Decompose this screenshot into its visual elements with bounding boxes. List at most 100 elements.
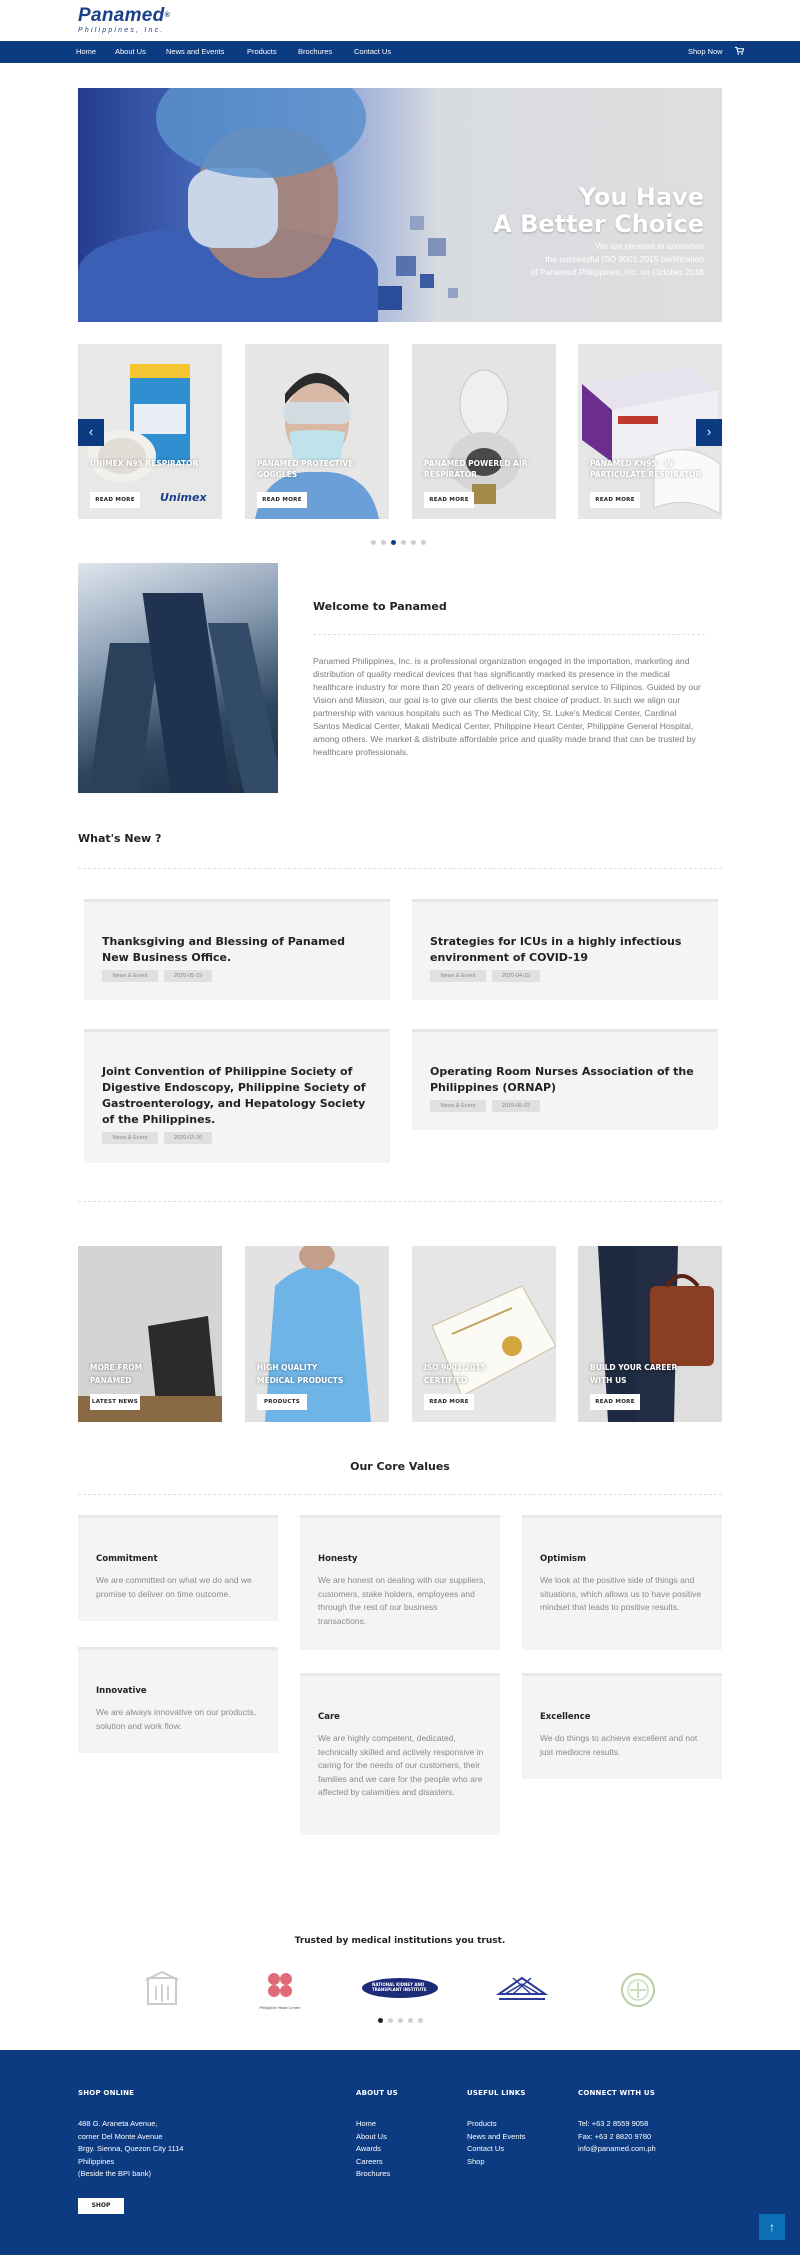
nav-contact-us[interactable]: Contact Us — [354, 41, 391, 63]
news-tag: News & Event — [430, 970, 486, 982]
carousel-dot[interactable] — [381, 540, 386, 545]
news-card[interactable]: Strategies for ICUs in a highly infectio… — [412, 899, 718, 1000]
footer-link-news-and-events[interactable]: News and Events — [467, 2131, 525, 2144]
back-to-top-button[interactable]: ↑ — [759, 2214, 785, 2240]
carousel-dot[interactable] — [401, 540, 406, 545]
divider — [313, 634, 705, 635]
footer-link-products[interactable]: Products — [467, 2118, 525, 2131]
partner-logo-hospital[interactable] — [140, 1970, 184, 2010]
value-text: We look at the positive side of things a… — [540, 1575, 702, 1612]
logo[interactable]: Panamed® Philippines, Inc. — [78, 6, 170, 35]
divider — [78, 1494, 722, 1495]
registered-mark: ® — [164, 12, 171, 19]
promo-tile[interactable]: MORE FROM PANAMED LATEST NEWS — [78, 1246, 222, 1422]
footer-email[interactable]: info@panamed.com.ph — [578, 2143, 656, 2156]
read-more-button[interactable]: READ MORE — [90, 492, 140, 508]
partner-name: Philippine Heart Center — [259, 2005, 301, 2010]
carousel-dot[interactable] — [411, 540, 416, 545]
latest-news-button[interactable]: LATEST NEWS — [90, 1394, 140, 1410]
whats-new-heading: What's New ? — [78, 832, 162, 845]
partner-logo-network[interactable] — [495, 1970, 549, 2010]
hero-title-line: You Have — [578, 183, 704, 211]
read-more-button[interactable]: READ MORE — [590, 1394, 640, 1410]
partner-logo-nkti[interactable]: NATIONAL KIDNEY AND TRANSPLANT INSTITUTE — [360, 1970, 440, 2010]
products-button[interactable]: PRODUCTS — [257, 1394, 307, 1410]
nav-brochures[interactable]: Brochures — [298, 41, 332, 63]
read-more-button[interactable]: READ MORE — [424, 1394, 474, 1410]
hero-title-line: A Better Choice — [493, 210, 704, 238]
read-more-button[interactable]: READ MORE — [257, 492, 307, 508]
carousel-dot-active[interactable] — [391, 540, 396, 545]
divider — [78, 1201, 722, 1202]
partner-logo-heart-center[interactable]: Philippine Heart Center — [250, 1970, 310, 2010]
chevron-left-icon: ‹ — [88, 424, 94, 439]
address-line: (Beside the BPI bank) — [78, 2169, 151, 2178]
nav-news-and-events[interactable]: News and Events — [166, 41, 224, 63]
promo-label: BUILD YOUR CAREER WITH US — [590, 1361, 715, 1387]
news-title[interactable]: Thanksgiving and Blessing of Panamed New… — [102, 934, 374, 966]
footer-link-home[interactable]: Home — [356, 2118, 390, 2131]
partner-dot-active[interactable] — [378, 2018, 383, 2023]
core-value-card: Innovative We are always innovative on o… — [78, 1647, 278, 1753]
carousel-dot[interactable] — [371, 540, 376, 545]
footer-shop-button[interactable]: SHOP — [78, 2198, 124, 2214]
value-title: Innovative — [96, 1686, 147, 1696]
partner-dot[interactable] — [388, 2018, 393, 2023]
promo-line: BUILD YOUR CAREER — [590, 1363, 678, 1372]
nav-home[interactable]: Home — [76, 41, 96, 63]
partner-dot[interactable] — [418, 2018, 423, 2023]
partner-logo-seal[interactable] — [618, 1970, 658, 2010]
promo-label: ISO 9001:2015 CERTIFIED — [424, 1361, 549, 1387]
news-card[interactable]: Thanksgiving and Blessing of Panamed New… — [84, 899, 390, 1000]
value-title: Optimism — [540, 1554, 586, 1564]
promo-tile[interactable]: BUILD YOUR CAREER WITH US READ MORE — [578, 1246, 722, 1422]
footer-link-brochures[interactable]: Brochures — [356, 2168, 390, 2181]
news-card[interactable]: Joint Convention of Philippine Society o… — [84, 1029, 390, 1163]
value-title: Commitment — [96, 1554, 158, 1564]
nav-products[interactable]: Products — [247, 41, 277, 63]
promo-line: WITH US — [590, 1376, 627, 1385]
partner-dot[interactable] — [408, 2018, 413, 2023]
value-title: Care — [318, 1712, 340, 1722]
partner-name: NATIONAL KIDNEY AND TRANSPLANT INSTITUTE — [372, 1982, 427, 1992]
promo-tile[interactable]: ISO 9001:2015 CERTIFIED READ MORE — [412, 1246, 556, 1422]
carousel-prev-button[interactable]: ‹ — [78, 419, 104, 446]
carousel-next-button[interactable]: › — [696, 419, 722, 446]
footer-link-shop[interactable]: Shop — [467, 2156, 525, 2169]
product-label: PANAMED PROTECTIVE GOGGLES — [257, 459, 354, 479]
core-value-card: Optimism We look at the positive side of… — [522, 1515, 722, 1650]
product-card: PANAMED POWERED AIR RESPIRATOR READ MORE — [412, 344, 556, 519]
footer-link-contact-us[interactable]: Contact Us — [467, 2143, 525, 2156]
footer-link-about-us[interactable]: About Us — [356, 2131, 390, 2144]
news-title[interactable]: Joint Convention of Philippine Society o… — [102, 1064, 374, 1128]
nav-shop-now[interactable]: Shop Now — [688, 41, 723, 63]
news-tag: News & Event — [102, 1132, 158, 1144]
cart-icon[interactable] — [735, 46, 744, 56]
hero-surgical-cap — [156, 88, 366, 178]
read-more-button[interactable]: READ MORE — [424, 492, 474, 508]
promo-line: MEDICAL PRODUCTS — [257, 1376, 344, 1385]
carousel-dot[interactable] — [421, 540, 426, 545]
hero-text-line: We are pleased to announce — [595, 241, 704, 251]
footer-link-careers[interactable]: Careers — [356, 2156, 390, 2169]
nav-about-us[interactable]: About Us — [115, 41, 146, 63]
core-values-heading: Our Core Values — [350, 1460, 450, 1473]
news-tag: News & Event — [102, 970, 158, 982]
hero-cube — [448, 288, 458, 298]
footer-link-awards[interactable]: Awards — [356, 2143, 390, 2156]
brand-subtitle: Philippines, Inc. — [78, 27, 165, 34]
news-date: 2019-05-02 — [492, 1100, 540, 1112]
news-card[interactable]: Operating Room Nurses Association of the… — [412, 1029, 718, 1130]
read-more-button[interactable]: READ MORE — [590, 492, 640, 508]
promo-line: ISO 9001:2015 — [424, 1363, 486, 1372]
hero-text-line: of Panamed Philippines, Inc. on October … — [530, 267, 704, 277]
news-title[interactable]: Strategies for ICUs in a highly infectio… — [430, 934, 702, 966]
news-title[interactable]: Operating Room Nurses Association of the… — [430, 1064, 702, 1096]
news-date: 2020-03-20 — [164, 1132, 212, 1144]
promo-tile[interactable]: HIGH QUALITY MEDICAL PRODUCTS PRODUCTS — [245, 1246, 389, 1422]
partner-dot[interactable] — [398, 2018, 403, 2023]
core-value-card: Commitment We are committed on what we d… — [78, 1515, 278, 1621]
welcome-title: Welcome to Panamed — [313, 600, 447, 613]
address-line: Philippines — [78, 2156, 115, 2166]
value-title: Excellence — [540, 1712, 591, 1722]
